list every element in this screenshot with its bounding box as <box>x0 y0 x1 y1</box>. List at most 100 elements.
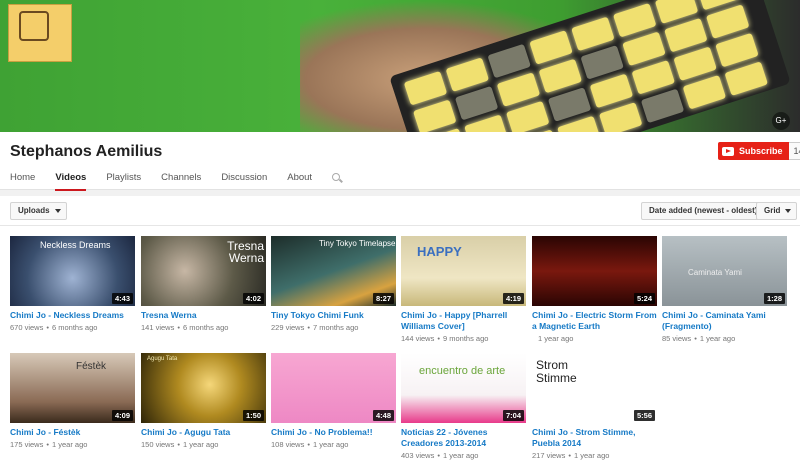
video-thumbnail[interactable]: Agugu Tata 1:50 <box>141 353 266 423</box>
view-count: 229 views <box>271 323 305 332</box>
video-title[interactable]: Chimi Jo - Electric Storm From a Magneti… <box>532 310 657 332</box>
meta-separator: • <box>694 334 697 343</box>
video-thumbnail[interactable]: Tiny Tokyo Timelapse 8:27 <box>271 236 396 306</box>
tab-playlists[interactable]: Playlists <box>96 172 151 190</box>
upload-age: 1 year ago <box>52 440 88 449</box>
thumbnail-caption: Caminata Yami <box>688 268 742 277</box>
sort-label: Date added (newest - oldest) <box>649 206 758 215</box>
video-card[interactable]: 4:48 Chimi Jo - No Problema!! 108 views • 1 … <box>271 353 396 449</box>
video-duration: 7:04 <box>502 410 524 421</box>
upload-age: 1 year ago <box>538 334 574 343</box>
chevron-down-icon <box>785 209 792 213</box>
video-thumbnail[interactable]: 5:24 <box>532 236 657 306</box>
video-card[interactable]: 5:24 Chimi Jo - Electric Storm From a Mag… <box>532 236 657 343</box>
video-card[interactable]: Féstèk 4:09 Chimi Jo - Féstèk 175 views • 1 y… <box>10 353 135 449</box>
video-title[interactable]: Chimi Jo - No Problema!! <box>271 427 396 438</box>
video-card[interactable]: Tresna Werna 4:02 Tresna Werna 141 views • 6 … <box>141 236 266 332</box>
video-title[interactable]: Chimi Jo - Féstèk <box>10 427 135 438</box>
tab-discussion[interactable]: Discussion <box>211 172 277 190</box>
view-count: 175 views <box>10 440 44 449</box>
video-card[interactable]: Neckless Dreams 4:43 Chimi Jo - Neckless D… <box>10 236 135 332</box>
video-title[interactable]: Chimi Jo - Happy [Pharrell Williams Cove… <box>401 310 526 332</box>
video-card[interactable]: Strom Stimme 5:56 Chimi Jo - Strom Stimme,… <box>532 353 657 460</box>
video-duration: 1:28 <box>763 293 785 304</box>
upload-age: 1 year ago <box>313 440 349 449</box>
search-icon[interactable] <box>330 172 344 190</box>
video-meta: 403 views • 1 year ago <box>401 451 526 460</box>
video-title[interactable]: Chimi Jo - Strom Stimme, Puebla 2014 <box>532 427 657 449</box>
upload-age: 7 months ago <box>313 323 359 332</box>
channel-banner: G+ <box>0 0 800 132</box>
meta-separator: • <box>307 440 310 449</box>
upload-age: 1 year ago <box>574 451 610 460</box>
video-card[interactable]: Agugu Tata 1:50 Chimi Jo - Agugu Tata 150 v… <box>141 353 266 449</box>
videos-toolbar: Uploads Date added (newest - oldest) Gri… <box>0 196 800 226</box>
tab-channels[interactable]: Channels <box>151 172 211 190</box>
meta-separator: • <box>568 451 571 460</box>
video-thumbnail[interactable]: HAPPY 4:19 <box>401 236 526 306</box>
view-count: 144 views <box>401 334 435 343</box>
video-title[interactable]: Tresna Werna <box>141 310 266 321</box>
tab-home[interactable]: Home <box>0 172 45 190</box>
upload-age: 9 months ago <box>443 334 489 343</box>
video-thumbnail[interactable]: encuentro de arte 7:04 <box>401 353 526 423</box>
view-dropdown[interactable]: Grid <box>756 202 798 220</box>
video-meta: 1 year ago <box>532 334 657 343</box>
video-meta: 150 views • 1 year ago <box>141 440 266 449</box>
video-thumbnail[interactable]: Tresna Werna 4:02 <box>141 236 266 306</box>
tab-about[interactable]: About <box>277 172 322 190</box>
video-duration: 4:02 <box>242 293 264 304</box>
uploads-label: Uploads <box>18 206 50 215</box>
video-title[interactable]: Chimi Jo - Neckless Dreams <box>10 310 135 321</box>
video-thumbnail[interactable]: Strom Stimme 5:56 <box>532 353 657 423</box>
view-count: 403 views <box>401 451 435 460</box>
upload-age: 6 months ago <box>183 323 229 332</box>
video-title[interactable]: Chimi Jo - Caminata Yami (Fragmento) <box>662 310 787 332</box>
google-plus-icon[interactable]: G+ <box>772 112 790 130</box>
upload-age: 6 months ago <box>52 323 98 332</box>
video-card[interactable]: Caminata Yami 1:28 Chimi Jo - Caminata Yam… <box>662 236 787 343</box>
meta-separator: • <box>177 323 180 332</box>
meta-separator: • <box>437 334 440 343</box>
video-title[interactable]: Tiny Tokyo Chimi Funk <box>271 310 396 321</box>
channel-header: Stephanos Aemilius Subscribe 14 Home Vid… <box>0 132 800 191</box>
video-meta: 144 views • 9 months ago <box>401 334 526 343</box>
video-title[interactable]: Chimi Jo - Agugu Tata <box>141 427 266 438</box>
fox-icon <box>19 11 49 41</box>
view-count: 217 views <box>532 451 566 460</box>
channel-title[interactable]: Stephanos Aemilius <box>10 143 162 161</box>
thumbnail-caption: HAPPY <box>417 244 462 259</box>
tab-videos[interactable]: Videos <box>45 172 96 191</box>
thumbnail-caption: Féstèk <box>76 361 107 372</box>
video-thumbnail[interactable]: Féstèk 4:09 <box>10 353 135 423</box>
subscriber-count: 14 <box>788 142 800 160</box>
chevron-down-icon <box>54 209 61 213</box>
subscribe-button[interactable]: Subscribe <box>718 142 789 160</box>
subscribe-control: Subscribe 14 <box>718 142 800 160</box>
video-thumbnail[interactable]: Caminata Yami 1:28 <box>662 236 787 306</box>
video-thumbnail[interactable]: 4:48 <box>271 353 396 423</box>
video-thumbnail[interactable]: Neckless Dreams 4:43 <box>10 236 135 306</box>
video-card[interactable]: Tiny Tokyo Timelapse 8:27 Tiny Tokyo Chimi… <box>271 236 396 332</box>
meta-separator: • <box>177 440 180 449</box>
uploads-dropdown[interactable]: Uploads <box>10 202 67 220</box>
view-count: 141 views <box>141 323 175 332</box>
video-duration: 4:43 <box>111 293 133 304</box>
video-meta: 670 views • 6 months ago <box>10 323 135 332</box>
youtube-icon <box>722 146 734 156</box>
thumbnail-caption: Tresna Werna <box>227 239 264 265</box>
channel-avatar[interactable] <box>8 4 72 62</box>
view-count: 670 views <box>10 323 44 332</box>
sort-dropdown[interactable]: Date added (newest - oldest) <box>641 202 775 220</box>
subscribe-label: Subscribe <box>739 146 783 156</box>
view-count: 150 views <box>141 440 175 449</box>
video-title[interactable]: Noticias 22 - Jóvenes Creadores 2013-201… <box>401 427 526 449</box>
meta-separator: • <box>46 440 49 449</box>
video-duration: 1:50 <box>242 410 264 421</box>
video-meta: 85 views • 1 year ago <box>662 334 787 343</box>
video-card[interactable]: encuentro de arte 7:04 Noticias 22 - Jóven… <box>401 353 526 460</box>
video-grid: Neckless Dreams 4:43 Chimi Jo - Neckless D… <box>0 226 800 470</box>
video-card[interactable]: HAPPY 4:19 Chimi Jo - Happy [Pharrell Will… <box>401 236 526 343</box>
video-meta: 108 views • 1 year ago <box>271 440 396 449</box>
meta-separator: • <box>46 323 49 332</box>
